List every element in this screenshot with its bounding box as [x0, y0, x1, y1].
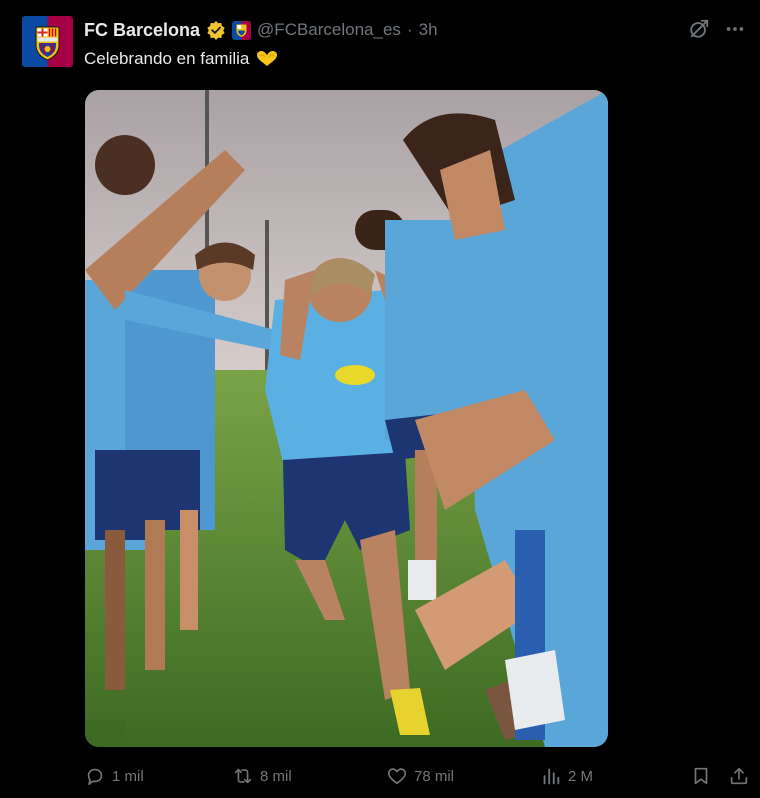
repost-count: 8 mil [260, 767, 292, 785]
affiliate-crest-icon[interactable] [232, 20, 252, 40]
verified-badge-icon[interactable] [206, 20, 226, 40]
post-text-content: Celebrando en familia [84, 49, 250, 68]
heart-hands-emoji-icon [257, 51, 278, 66]
like-count: 78 mil [414, 767, 455, 785]
reply-button[interactable]: 1 mil [84, 760, 144, 792]
post-text: Celebrando en familia [84, 49, 279, 69]
separator-dot: · [406, 20, 413, 39]
bookmark-button[interactable] [690, 760, 712, 792]
reply-icon [87, 768, 103, 786]
like-button[interactable]: 78 mil [386, 760, 454, 792]
views-count: 2 M [568, 767, 594, 785]
share-button[interactable] [728, 760, 750, 792]
post-header: FC Barcelona @FCBarcelona_es · 3h [84, 18, 438, 42]
analytics-icon [543, 768, 560, 785]
author-handle[interactable]: @FCBarcelona_es [257, 20, 401, 40]
heart-icon [387, 768, 407, 785]
post-top-actions [688, 18, 746, 40]
post-action-bar: 1 mil 8 mil 78 mil 2 M [84, 760, 754, 792]
reply-count: 1 mil [112, 767, 144, 785]
bookmark-icon [694, 767, 708, 785]
repost-icon [234, 768, 252, 784]
post: FC Barcelona @FCBarcelona_es · 3h Celebr… [0, 0, 760, 798]
repost-button[interactable]: 8 mil [232, 760, 292, 792]
post-timestamp[interactable]: 3h [419, 20, 438, 40]
more-options-icon[interactable] [724, 18, 746, 40]
author-name[interactable]: FC Barcelona [84, 20, 200, 41]
post-media[interactable] [85, 90, 608, 747]
grok-icon[interactable] [688, 18, 710, 40]
views-button[interactable]: 2 M [540, 760, 593, 792]
avatar[interactable] [22, 16, 73, 67]
fcb-crest-icon [35, 26, 60, 61]
training-celebration-photo [85, 90, 608, 747]
share-icon [730, 767, 748, 785]
